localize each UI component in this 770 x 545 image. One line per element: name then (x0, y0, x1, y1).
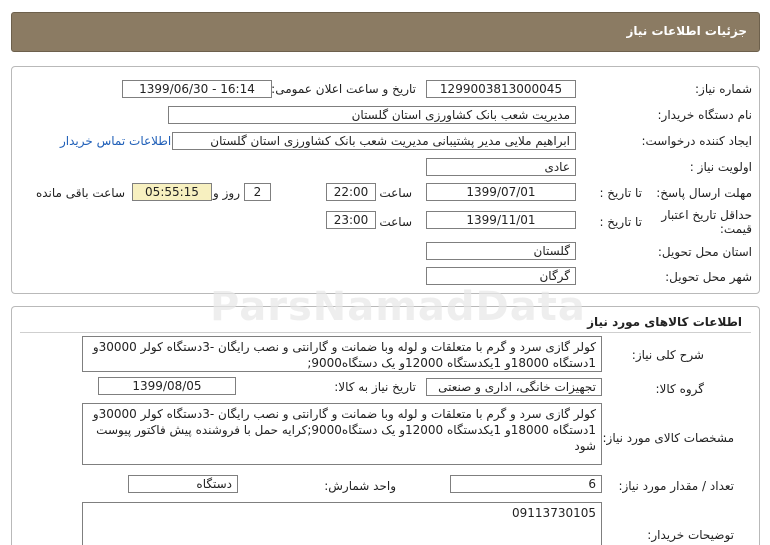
validity-time-field: 23:00 (326, 211, 376, 229)
quantity-label: تعداد / مقدار مورد نیاز: (618, 479, 734, 493)
buyer-org-field: مدیریت شعب بانک کشاورزی استان گلستان (168, 106, 576, 124)
remaining-time-field: 05:55:15 (132, 183, 212, 201)
buyer-notes-label: توضیحات خریدار: (647, 528, 734, 542)
buyer-notes-field: 09113730105 (82, 502, 602, 545)
need-date-field: 1399/08/05 (98, 377, 236, 395)
watermark-logo: ParsNamadData (210, 284, 586, 330)
deadline-label: مهلت ارسال پاسخ: (656, 186, 752, 200)
remaining-time-label: ساعت باقی مانده (35, 186, 125, 200)
buyer-org-label: نام دستگاه خریدار: (657, 108, 753, 122)
requester-label: ایجاد کننده درخواست: (641, 134, 752, 148)
need-summary-field: کولر گازی سرد و گرم با متعلقات و لوله وب… (82, 336, 602, 372)
priority-label: اولویت نیاز : (689, 160, 752, 174)
quantity-field: 6 (450, 475, 602, 493)
delivery-city-field: گرگان (426, 267, 576, 285)
deadline-time-field: 22:00 (326, 183, 376, 201)
goods-section-title: اطلاعات کالاهای مورد نیاز (587, 315, 742, 329)
delivery-province-label: استان محل تحویل: (657, 245, 752, 259)
need-date-label: تاریخ نیاز به کالا: (334, 380, 416, 394)
goods-title-divider (20, 332, 751, 333)
need-number-label: شماره نیاز: (695, 82, 752, 96)
deadline-date-field: 1399/07/01 (426, 183, 576, 201)
page-header: جزئیات اطلاعات نیاز (11, 12, 760, 52)
need-summary-label: شرح کلی نیاز: (631, 348, 704, 362)
priority-field: عادی (426, 158, 576, 176)
remaining-days-label: روز و (213, 186, 240, 200)
requester-field: ابراهیم ملایی مدیر پشتیبانی مدیریت شعب ب… (172, 132, 576, 150)
validity-date-field: 1399/11/01 (426, 211, 576, 229)
unit-label: واحد شمارش: (324, 479, 396, 493)
validity-to-date-label: تا تاریخ : (599, 215, 642, 229)
announce-datetime-label: تاریخ و ساعت اعلان عمومی: (271, 82, 416, 96)
page-title: جزئیات اطلاعات نیاز (626, 24, 747, 38)
goods-spec-field: کولر گازی سرد و گرم با متعلقات و لوله وب… (82, 403, 602, 465)
delivery-city-label: شهر محل تحویل: (665, 270, 752, 284)
announce-datetime-field: 1399/06/30 - 16:14 (122, 80, 272, 98)
price-validity-label: حداقل تاریخ اعتبار قیمت: (642, 208, 752, 236)
delivery-province-field: گلستان (426, 242, 576, 260)
goods-spec-label: مشخصات کالای مورد نیاز: (602, 431, 734, 445)
deadline-time-label: ساعت (379, 186, 412, 200)
deadline-to-date-label: تا تاریخ : (599, 186, 642, 200)
unit-field: دستگاه (128, 475, 238, 493)
need-number-field: 1299003813000045 (426, 80, 576, 98)
goods-group-label: گروه کالا: (655, 382, 705, 396)
goods-group-field: تجهیزات خانگی، اداری و صنعتی (426, 378, 602, 396)
price-validity-label-text: حداقل تاریخ اعتبار قیمت: (661, 208, 752, 236)
need-info-panel (11, 66, 760, 294)
buyer-contact-link[interactable]: اطلاعات تماس خریدار (60, 134, 171, 148)
validity-time-label: ساعت (379, 215, 412, 229)
remaining-days-field: 2 (244, 183, 271, 201)
